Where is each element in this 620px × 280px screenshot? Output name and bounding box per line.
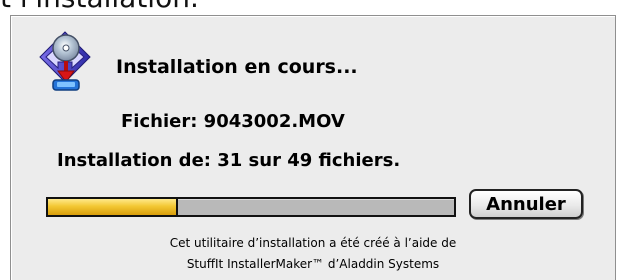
progress-fill (48, 199, 178, 215)
cancel-button[interactable]: Annuler (469, 189, 583, 219)
installation-progress-bar (46, 197, 456, 217)
installation-progress-dialog: Installation en cours... Fichier: 904300… (10, 15, 616, 280)
file-count-label: Installation de: 31 sur 49 fichiers. (57, 150, 401, 171)
background-document-text: t l'installation. (0, 0, 199, 12)
installer-credit-line-2: StuffIt InstallerMaker™ d’Aladdin System… (186, 257, 440, 271)
installer-disc-arrow-icon (34, 30, 96, 96)
current-file-label: Fichier: 9043002.MOV (121, 111, 345, 132)
installer-credit-line-1: Cet utilitaire d’installation a été créé… (169, 236, 457, 250)
dialog-title: Installation en cours... (116, 56, 358, 78)
